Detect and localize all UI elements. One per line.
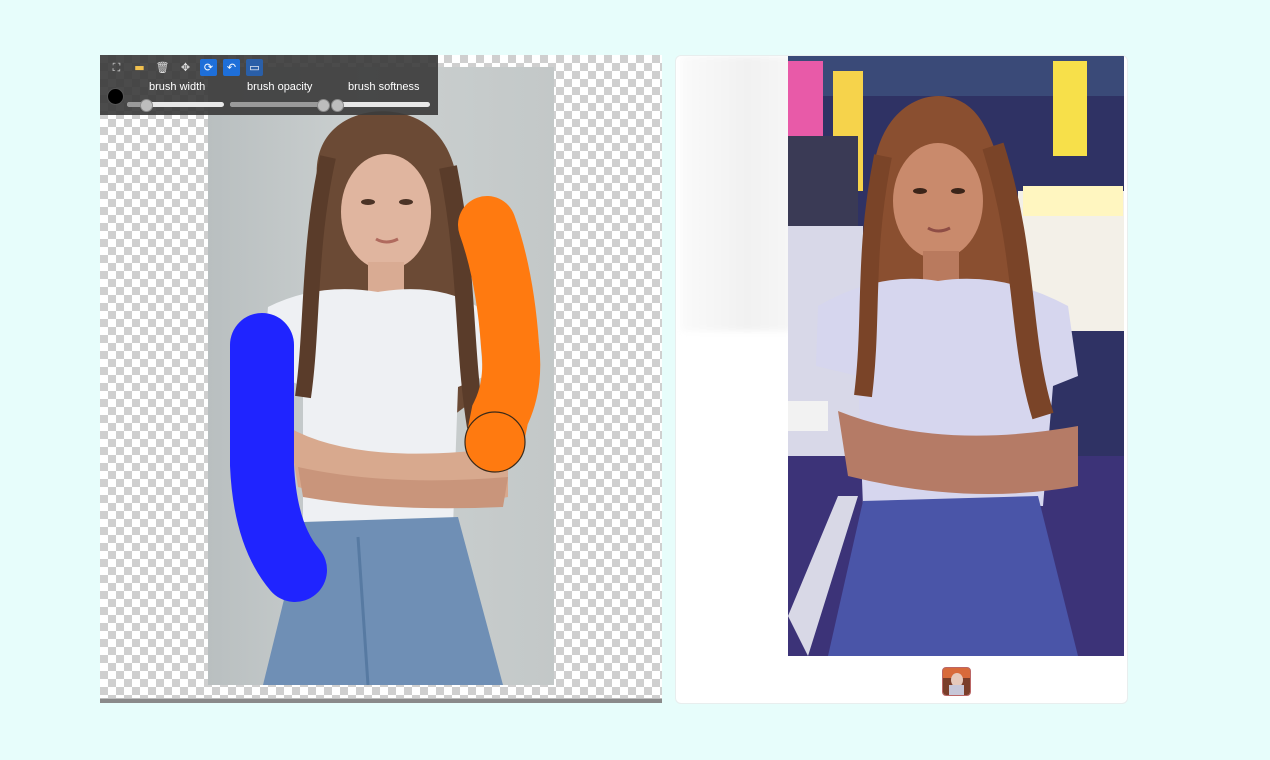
- orange-mask-stroke: [458, 196, 541, 469]
- tool-row: ⛶ ▬ 🗑 ✥ ⟳ ↶ ▭: [108, 59, 263, 77]
- brush-softness-knob[interactable]: [330, 99, 344, 112]
- editor-scrollbar[interactable]: [100, 698, 662, 703]
- brush-softness-slider[interactable]: [330, 99, 430, 112]
- brush-opacity-slider[interactable]: [230, 99, 331, 112]
- brush-opacity-knob[interactable]: [317, 99, 331, 112]
- result-image-scene: [788, 56, 1124, 656]
- brush-cursor: [464, 411, 526, 473]
- output-panel: [675, 55, 1128, 704]
- result-image[interactable]: [788, 56, 1124, 656]
- mask-canvas[interactable]: [100, 55, 662, 698]
- brush-width-knob[interactable]: [140, 99, 154, 112]
- move-icon[interactable]: ✥: [177, 59, 194, 76]
- brush-width-label: brush width: [149, 81, 206, 93]
- fullscreen-icon[interactable]: ⛶: [108, 59, 125, 76]
- blue-mask-stroke: [230, 313, 327, 602]
- brush-toolbar: ⛶ ▬ 🗑 ✥ ⟳ ↶ ▭ brush width brush opacity …: [100, 55, 438, 115]
- brush-color-swatch[interactable]: [107, 88, 124, 105]
- brush-width-slider[interactable]: [127, 99, 224, 112]
- result-thumbnail-image: [943, 668, 970, 695]
- brush-opacity-label: brush opacity: [247, 81, 313, 93]
- mask-strokes: [230, 196, 541, 602]
- refresh-icon[interactable]: ⟳: [200, 59, 217, 76]
- layer-icon[interactable]: ▭: [246, 59, 263, 76]
- undo-icon[interactable]: ↶: [223, 59, 240, 76]
- trash-icon[interactable]: 🗑: [154, 59, 171, 76]
- previous-result-ghost: [681, 56, 791, 331]
- brush-softness-label: brush softness: [348, 81, 420, 93]
- result-thumbnail[interactable]: [942, 667, 971, 696]
- folder-icon[interactable]: ▬: [131, 59, 148, 76]
